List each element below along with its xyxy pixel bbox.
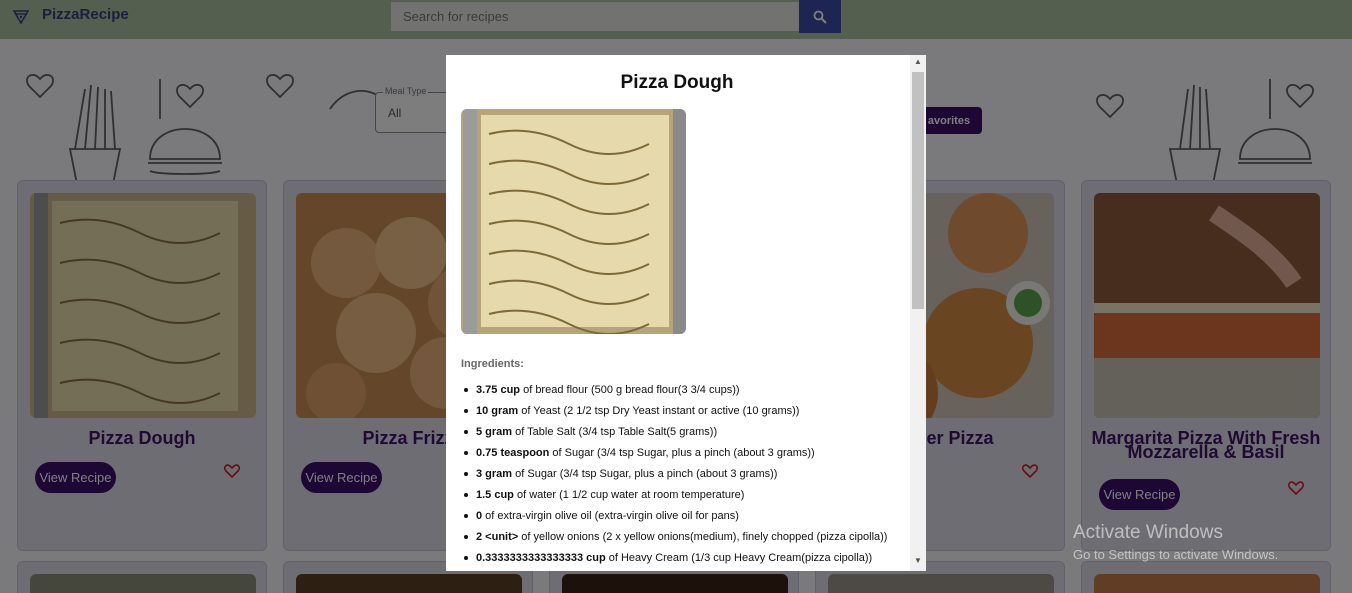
- ingredient-quantity: 5 gram: [476, 426, 513, 438]
- scroll-down-arrow-icon[interactable]: ▼: [910, 556, 926, 568]
- ingredient-text: of extra-virgin olive oil (extra-virgin …: [482, 510, 739, 522]
- activate-windows-subtitle: Go to Settings to activate Windows.: [1073, 547, 1279, 562]
- ingredient-quantity: 10 gram: [476, 405, 519, 417]
- ingredient-text: of Heavy Cream (1/3 cup Heavy Cream(pizz…: [605, 552, 873, 564]
- ingredient-quantity: 0.75 teaspoon: [476, 447, 550, 459]
- ingredient-text: of water (1 1/2 cup water at room temper…: [513, 489, 745, 501]
- ingredient-item: 1.5 cup of water (1 1/2 cup water at roo…: [461, 488, 906, 509]
- ingredient-item: 0 of extra-virgin olive oil (extra-virgi…: [461, 509, 906, 530]
- ingredient-text: of Sugar (3/4 tsp Sugar, plus a pinch (a…: [549, 447, 815, 459]
- ingredient-item: 2 <unit> of yellow onions (2 x yellow on…: [461, 530, 906, 551]
- ingredient-quantity: 3 gram: [476, 468, 513, 480]
- ingredient-text: of yellow onions (2 x yellow onions(medi…: [518, 531, 888, 543]
- ingredient-item: 0.3333333333333333 cup of Heavy Cream (1…: [461, 551, 906, 571]
- ingredient-text: of Sugar (3/4 tsp Sugar, plus a pinch (a…: [512, 468, 778, 480]
- ingredient-item: 10 gram of Yeast (2 1/2 tsp Dry Yeast in…: [461, 404, 906, 425]
- ingredient-item: 0.75 teaspoon of Sugar (3/4 tsp Sugar, p…: [461, 446, 906, 467]
- scroll-up-arrow-icon[interactable]: ▲: [910, 57, 926, 69]
- recipe-modal: Pizza Dough Ingredients: 3.75 cup of bre…: [446, 55, 926, 571]
- ingredient-quantity: 0.3333333333333333 cup: [476, 552, 606, 564]
- ingredient-quantity: 2 <unit>: [476, 531, 519, 543]
- ingredients-list: 3.75 cup of bread flour (500 g bread flo…: [461, 383, 906, 571]
- ingredient-quantity: 3.75 cup: [476, 384, 521, 396]
- ingredient-quantity: 1.5 cup: [476, 489, 514, 501]
- recipe-detail-image: [461, 109, 686, 334]
- ingredient-item: 3.75 cup of bread flour (500 g bread flo…: [461, 383, 906, 404]
- ingredient-text: of bread flour (500 g bread flour(3 3/4 …: [520, 384, 740, 396]
- ingredients-heading: Ingredients:: [461, 358, 524, 370]
- modal-title: Pizza Dough: [620, 72, 734, 93]
- ingredient-text: of Table Salt (3/4 tsp Table Salt(5 gram…: [512, 426, 718, 438]
- scrollbar-thumb[interactable]: [912, 72, 924, 309]
- activate-windows-title: Activate Windows: [1073, 522, 1223, 543]
- ingredient-item: 3 gram of Sugar (3/4 tsp Sugar, plus a p…: [461, 467, 906, 488]
- ingredient-text: of Yeast (2 1/2 tsp Dry Yeast instant or…: [518, 405, 800, 417]
- ingredient-item: 5 gram of Table Salt (3/4 tsp Table Salt…: [461, 425, 906, 446]
